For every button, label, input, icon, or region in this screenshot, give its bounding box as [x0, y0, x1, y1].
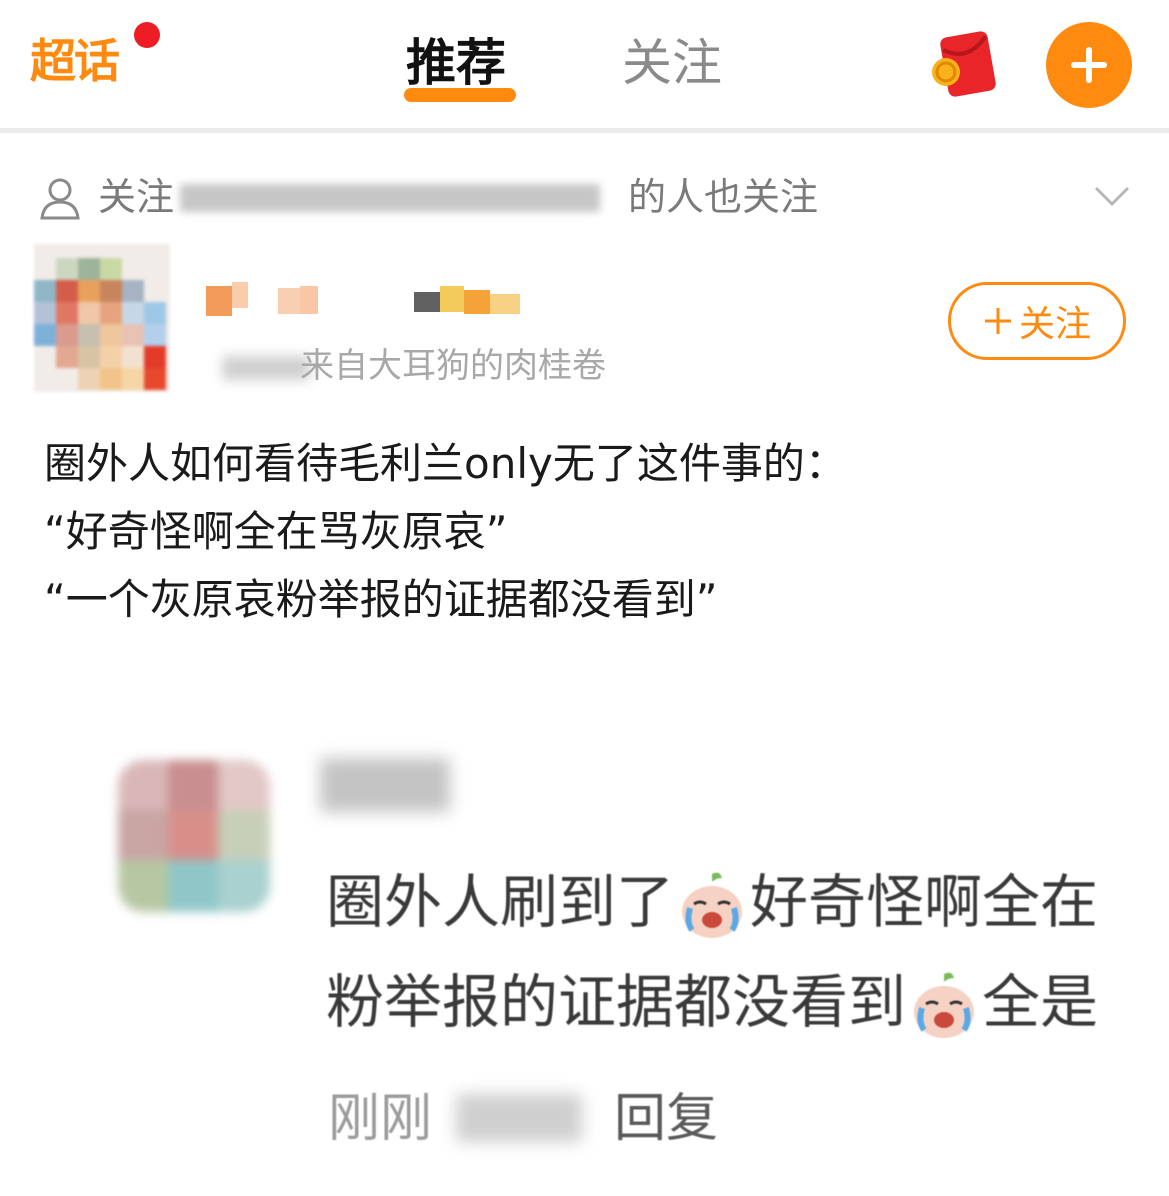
embedded-text: 全是: [982, 968, 1099, 1036]
post-text-line: 圈外人如何看待毛利兰only无了这件事的：: [44, 439, 847, 488]
crying-emoji-icon: [682, 872, 743, 938]
embedded-text: 圈外人刷到了: [326, 868, 675, 936]
follow-recommendation-hint[interactable]: 关注 的人也关注: [0, 160, 1169, 232]
notification-dot: [134, 22, 160, 48]
embedded-location-redacted: [456, 1094, 582, 1142]
embedded-timestamp: 刚刚: [328, 1089, 433, 1149]
active-tab-indicator: [404, 88, 516, 102]
embedded-comment-line: 粉举报的证据都没看到 全是: [326, 962, 1098, 1042]
embedded-comment-text: 圈外人刷到了 好奇怪啊全在 粉举报的证据都没看到 全是: [0, 840, 1128, 1060]
post-source: 来自大耳狗的肉桂卷: [300, 346, 606, 386]
follow-button[interactable]: 关注: [948, 282, 1126, 360]
divider: [0, 128, 1169, 133]
post-text-line: “好奇怪啊全在骂灰原哀”: [44, 507, 508, 556]
crying-emoji-icon: [914, 972, 975, 1038]
chevron-down-icon[interactable]: [1090, 174, 1134, 218]
supertopic-logo-text: 超话: [30, 34, 120, 88]
source-prefix-redacted: [222, 356, 310, 380]
embedded-comment-line: 圈外人刷到了 好奇怪啊全在: [326, 862, 1098, 942]
supertopic-logo[interactable]: 超话: [30, 22, 160, 96]
hint-prefix: 关注: [98, 175, 175, 219]
redacted-names: [180, 184, 600, 212]
top-navigation-bar: 超话 推荐 关注: [0, 0, 1169, 130]
tab-following[interactable]: 关注: [622, 30, 722, 96]
follow-button-label: 关注: [1018, 304, 1091, 345]
avatar[interactable]: [34, 244, 170, 392]
person-icon: [40, 178, 80, 220]
embedded-text: 好奇怪啊全在: [750, 868, 1099, 936]
red-packet-icon[interactable]: [924, 28, 1000, 100]
post-text: 圈外人如何看待毛利兰only无了这件事的： “好奇怪啊全在骂灰原哀” “一个灰原…: [44, 430, 1134, 634]
post-text-line: “一个灰原哀粉举报的证据都没看到”: [44, 575, 718, 624]
tab-recommended[interactable]: 推荐: [406, 30, 506, 96]
embedded-reply-link: 回复: [614, 1089, 719, 1149]
embedded-text: 粉举报的证据都没看到: [326, 968, 907, 1036]
plus-icon: [984, 308, 1011, 334]
create-post-button[interactable]: [1046, 22, 1132, 108]
hint-suffix: 的人也关注: [628, 175, 819, 219]
username-redacted[interactable]: [206, 282, 526, 320]
embedded-username-redacted: [320, 758, 450, 812]
